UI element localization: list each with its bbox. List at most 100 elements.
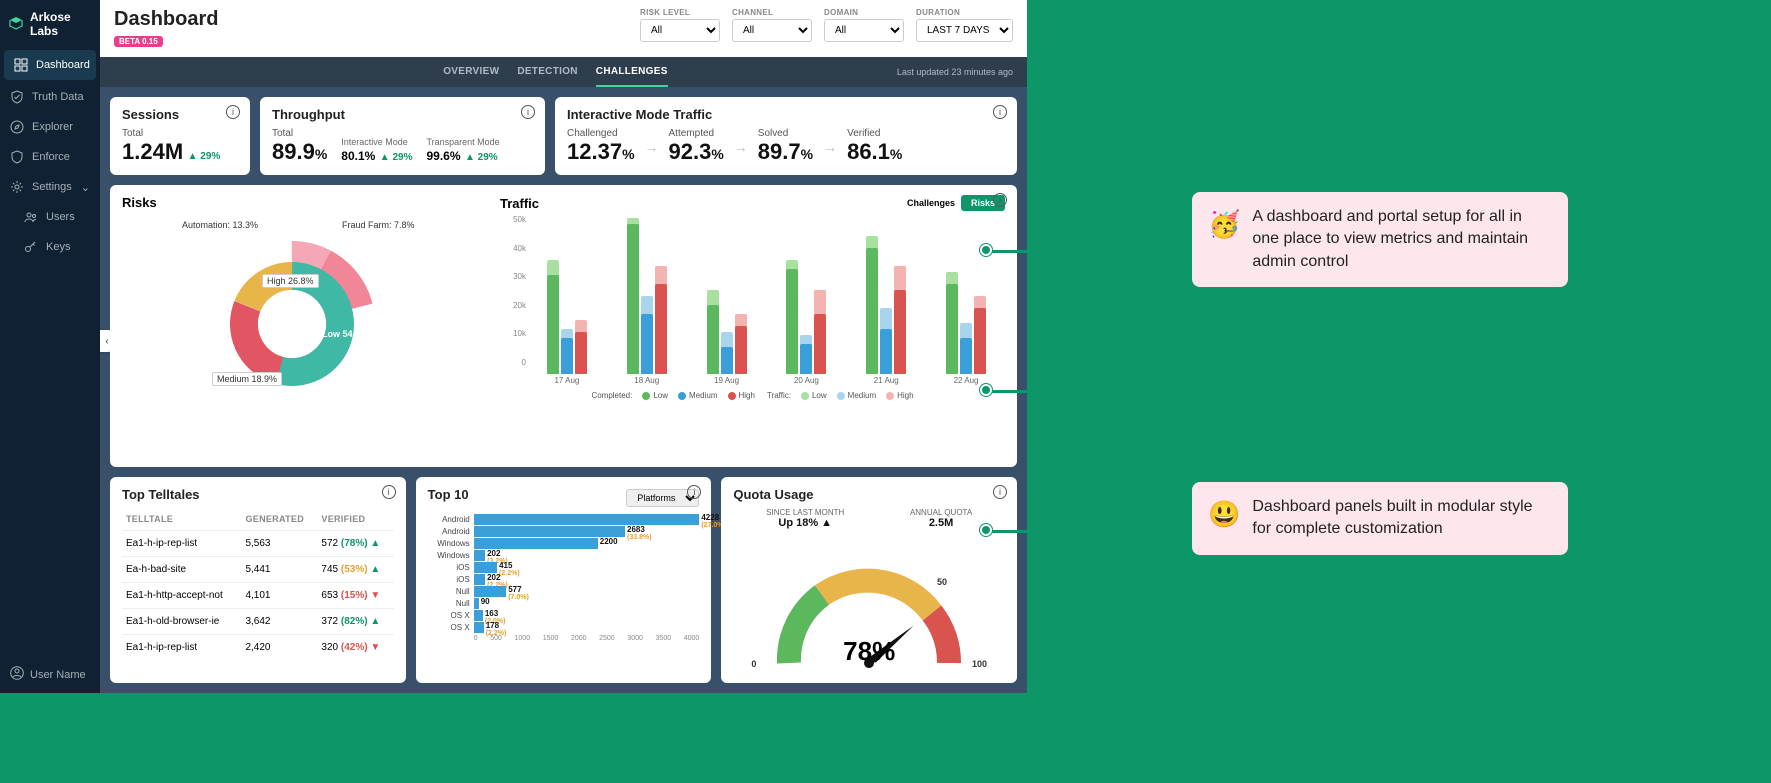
trend-down-icon: ▼ <box>370 642 380 653</box>
top10-card: i Top 10 Platforms Android4228(27.0%)And… <box>416 477 712 683</box>
tab-challenges[interactable]: CHALLENGES <box>596 58 668 87</box>
table-row[interactable]: Ea1-h-ip-rep-list5,563572 (78%) ▲ <box>122 531 394 557</box>
table-row[interactable]: Ea1-h-http-accept-not4,101653 (15%) ▼ <box>122 583 394 609</box>
stat-label: Total <box>272 128 327 139</box>
top-telltales-card: i Top Telltales TELLTALEGENERATEDVERIFIE… <box>110 477 406 683</box>
traffic-panel: Traffic Challenges Risks 50k40k30k20k10k… <box>500 195 1005 414</box>
risk-level-select[interactable]: All <box>640 19 720 42</box>
trend-up-icon: ▲ <box>370 564 380 575</box>
card-title: Quota Usage <box>733 487 1005 502</box>
domain-select[interactable]: All <box>824 19 904 42</box>
party-emoji-icon: 🥳 <box>1208 206 1240 273</box>
sidebar-item-explorer[interactable]: Explorer <box>0 112 100 142</box>
key-icon <box>24 240 38 254</box>
imt-label: Challenged <box>567 128 635 139</box>
info-icon[interactable]: i <box>226 105 240 119</box>
nav-label: Settings <box>32 181 72 193</box>
trend-up-icon: ▲ <box>370 616 380 627</box>
since-value: Up 18% ▲ <box>766 517 844 529</box>
sidebar-nav: Dashboard Truth Data Explorer Enforce Settin… <box>0 48 100 262</box>
filter-label: DURATION <box>916 8 1013 17</box>
risks-traffic-card: i Risks <box>110 185 1017 467</box>
hbar-row: OS X178(2.2%) <box>428 622 700 633</box>
bar-category-label: 18 Aug <box>634 376 659 385</box>
nav-label: Enforce <box>32 151 70 163</box>
trend-up-icon: ▲ <box>370 538 380 549</box>
hbar-row: Windows202(3.2%) <box>428 550 700 561</box>
imt-label: Verified <box>847 128 902 139</box>
filter-bar: RISK LEVEL All CHANNEL All DOMAIN All DU… <box>640 8 1013 42</box>
table-header: TELLTALE <box>122 508 241 531</box>
donut-label-medium: Medium 18.9% <box>212 372 282 386</box>
info-icon[interactable]: i <box>521 105 535 119</box>
stat-label: Transparent Mode <box>426 137 499 147</box>
sidebar-footer[interactable]: User Name <box>0 656 100 693</box>
telltales-table: TELLTALEGENERATEDVERIFIED Ea1-h-ip-rep-l… <box>122 508 394 660</box>
imt-value: 12.37 <box>567 139 622 164</box>
page-heading-block: Dashboard BETA 0.15 <box>114 8 218 49</box>
throughput-total: 89.9 <box>272 139 315 164</box>
tab-bar: OVERVIEW DETECTION CHALLENGES Last updated… <box>100 57 1027 87</box>
card-title: Top Telltales <box>122 487 394 502</box>
annotation-1: 🥳 A dashboard and portal setup for all i… <box>1190 190 1570 289</box>
hbar-row: Null577(7.0%) <box>428 586 700 597</box>
channel-select[interactable]: All <box>732 19 812 42</box>
hbar-row: Windows2200 <box>428 538 700 549</box>
tab-detection[interactable]: DETECTION <box>517 58 577 87</box>
info-icon[interactable]: i <box>382 485 396 499</box>
im-value: 80.1% <box>341 149 375 163</box>
hbar-row: Android4228(27.0%) <box>428 514 700 525</box>
toggle-challenges[interactable]: Challenges <box>907 198 955 208</box>
sidebar-item-settings[interactable]: Settings⌄ <box>0 172 100 202</box>
sidebar-item-dashboard[interactable]: Dashboard <box>4 50 96 80</box>
user-avatar-icon <box>10 666 24 683</box>
stat-label: Total <box>122 128 238 139</box>
nav-label: Users <box>46 211 75 223</box>
sidebar-item-users[interactable]: Users <box>0 202 100 232</box>
throughput-card: i Throughput Total 89.9% Interactive Mod… <box>260 97 545 175</box>
sidebar-item-truth-data[interactable]: Truth Data <box>0 82 100 112</box>
table-row[interactable]: Ea-h-bad-site5,441745 (53%) ▲ <box>122 557 394 583</box>
hbar-row: OS X163(2.0%) <box>428 610 700 621</box>
annual-value: 2.5M <box>910 517 972 529</box>
filter-channel: CHANNEL All <box>732 8 812 42</box>
compass-icon <box>10 120 24 134</box>
quota-gauge: 0 50 100 78% <box>733 533 1005 673</box>
app-frame: Arkose Labs Dashboard Truth Data Explorer E… <box>0 0 1027 693</box>
arrow-right-icon: → <box>645 139 659 155</box>
gauge-value: 78% <box>843 636 895 667</box>
bar-category-label: 22 Aug <box>954 376 979 385</box>
shield-check-icon <box>10 90 24 104</box>
bar-category-label: 17 Aug <box>554 376 579 385</box>
risks-title: Risks <box>122 195 482 210</box>
filter-label: RISK LEVEL <box>640 8 720 17</box>
beta-badge: BETA 0.15 <box>114 36 163 47</box>
topbar: Dashboard BETA 0.15 RISK LEVEL All CHANN… <box>100 0 1027 57</box>
traffic-toggle: Challenges Risks <box>907 195 1005 211</box>
imt-label: Solved <box>758 128 813 139</box>
shield-icon <box>10 150 24 164</box>
duration-select[interactable]: LAST 7 DAYS <box>916 19 1013 42</box>
info-icon[interactable]: i <box>993 485 1007 499</box>
last-updated: Last updated 23 minutes ago <box>897 67 1013 77</box>
brand-name: Arkose Labs <box>30 10 92 38</box>
table-row[interactable]: Ea1-h-old-browser-ie3,642372 (82%) ▲ <box>122 609 394 635</box>
table-header: GENERATED <box>241 508 317 531</box>
info-icon[interactable]: i <box>993 193 1007 207</box>
imt-value: 89.7 <box>758 139 801 164</box>
content-scroll[interactable]: i Sessions Total 1.24M ▲ 29% i Throughpu… <box>100 87 1027 693</box>
table-row[interactable]: Ea1-h-ip-rep-list2,420320 (42%) ▼ <box>122 635 394 661</box>
risks-donut-chart: Automation: 13.3% Fraud Farm: 7.8% High … <box>122 214 482 414</box>
donut-label-automation: Automation: 13.3% <box>182 220 258 230</box>
bar-category-label: 21 Aug <box>874 376 899 385</box>
tm-value: 99.6% <box>426 149 460 163</box>
sidebar-item-enforce[interactable]: Enforce <box>0 142 100 172</box>
tab-overview[interactable]: OVERVIEW <box>443 58 499 87</box>
hbar-row: iOS202(2.2%) <box>428 574 700 585</box>
sidebar-item-keys[interactable]: Keys <box>0 232 100 262</box>
nav-label: Truth Data <box>32 91 84 103</box>
interactive-mode-traffic-card: i Interactive Mode Traffic Challenged12.… <box>555 97 1017 175</box>
gauge-tick-mid: 50 <box>937 577 947 587</box>
info-icon[interactable]: i <box>993 105 1007 119</box>
table-header: VERIFIED <box>317 508 393 531</box>
